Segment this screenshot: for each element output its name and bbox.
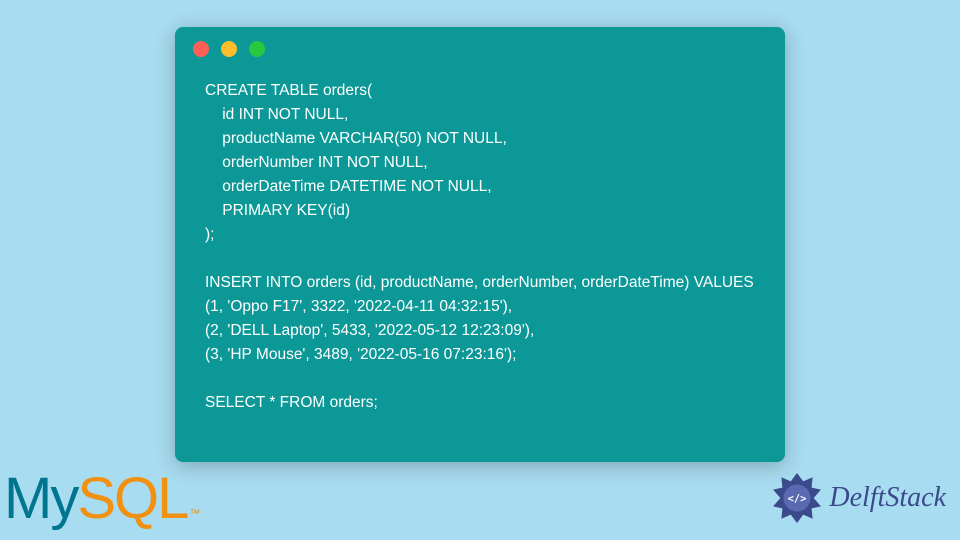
window-controls	[175, 27, 785, 65]
delftstack-text: DelftStack	[829, 482, 946, 514]
delftstack-icon: </>	[771, 472, 823, 524]
delftstack-logo: </> DelftStack	[771, 472, 946, 524]
code-block: CREATE TABLE orders( id INT NOT NULL, pr…	[175, 65, 785, 435]
mysql-logo-sql: SQL	[77, 465, 187, 532]
maximize-icon	[249, 41, 265, 57]
mysql-logo: MySQL™	[4, 465, 198, 532]
minimize-icon	[221, 41, 237, 57]
close-icon	[193, 41, 209, 57]
code-window: CREATE TABLE orders( id INT NOT NULL, pr…	[175, 27, 785, 462]
mysql-logo-tm: ™	[189, 508, 198, 532]
svg-text:</>: </>	[788, 493, 807, 505]
mysql-logo-my: My	[4, 465, 77, 532]
